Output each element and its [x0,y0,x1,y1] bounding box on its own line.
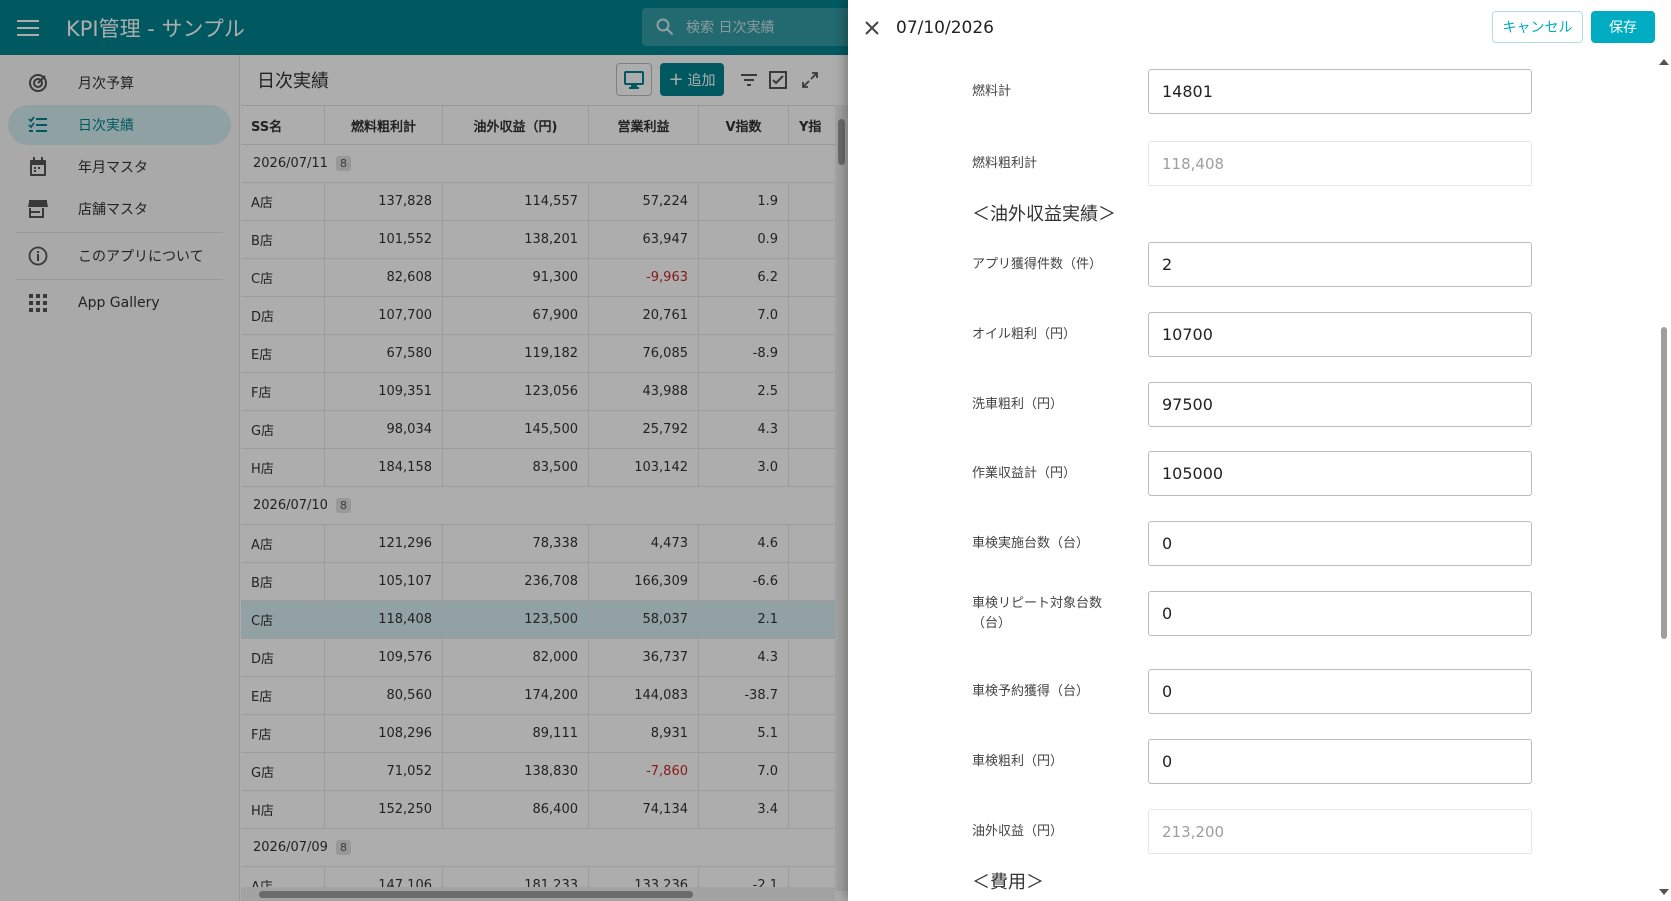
work-revenue-field[interactable]: 105000 [1148,451,1532,496]
fuel-total-field[interactable]: 14801 [1148,69,1532,114]
field-label: 洗車粗利（円） [972,396,1064,412]
inspection-gross-field[interactable]: 0 [1148,739,1532,784]
edit-drawer: 07/10/2026 キャンセル 保存 燃料計 14801 燃料粗利計 118,… [848,0,1671,901]
field-label: 油外収益（円） [972,823,1064,839]
field-label: 車検実施台数（台） [972,535,1090,551]
app-acquired-field[interactable]: 2 [1148,242,1532,287]
form-row-inspection-gross: 車検粗利（円） 0 [972,739,1532,784]
inspection-reserve-field[interactable]: 0 [1148,669,1532,714]
fuel-gross-total-readonly: 118,408 [1148,141,1532,186]
scroll-down-icon[interactable] [1659,889,1669,895]
drawer-title-date: 07/10/2026 [896,17,994,38]
field-label: 車検予約獲得（台） [972,683,1090,699]
form-row-oil-gross: オイル粗利（円） 10700 [972,312,1532,357]
oil-gross-field[interactable]: 10700 [1148,312,1532,357]
save-button[interactable]: 保存 [1591,11,1655,43]
inspection-count-field[interactable]: 0 [1148,521,1532,566]
field-label: 車検リピート対象台数（台） [972,595,1103,631]
form-row-fuel-gross-total: 燃料粗利計 118,408 [972,141,1532,186]
drawer-form-body: 燃料計 14801 燃料粗利計 118,408 ＜油外収益実績＞ アプリ獲得件数… [848,55,1671,901]
form-row-work-revenue: 作業収益計（円） 105000 [972,451,1532,496]
drawer-header: 07/10/2026 キャンセル 保存 [848,0,1671,55]
form-row-fuel-total: 燃料計 14801 [972,69,1532,114]
scrollbar-thumb[interactable] [1661,327,1667,639]
form-row-app-acquired: アプリ獲得件数（件） 2 [972,242,1532,287]
inspection-repeat-field[interactable]: 0 [1148,591,1532,636]
field-label: 作業収益計（円） [972,465,1077,481]
field-label: オイル粗利（円） [972,326,1077,342]
wash-gross-field[interactable]: 97500 [1148,382,1532,427]
field-label: 燃料粗利計 [972,155,1038,171]
drawer-scrollbar[interactable] [1655,55,1671,901]
form-row-nonfuel-revenue: 油外収益（円） 213,200 [972,809,1532,854]
nonfuel-revenue-readonly: 213,200 [1148,809,1532,854]
modal-scrim[interactable] [0,0,848,901]
scroll-up-icon[interactable] [1659,59,1669,65]
field-label: 車検粗利（円） [972,753,1064,769]
section-heading-cost: ＜費用＞ [972,872,1044,893]
field-label: アプリ獲得件数（件） [972,256,1103,272]
cancel-button[interactable]: キャンセル [1492,11,1583,43]
close-icon[interactable] [848,0,896,55]
form-row-inspection-repeat: 車検リピート対象台数（台） 0 [972,591,1532,636]
form-row-inspection-reserve: 車検予約獲得（台） 0 [972,669,1532,714]
section-heading-nonfuel: ＜油外収益実績＞ [972,204,1116,225]
form-row-inspection-count: 車検実施台数（台） 0 [972,521,1532,566]
field-label: 燃料計 [972,83,1012,99]
form-row-wash-gross: 洗車粗利（円） 97500 [972,382,1532,427]
app-shell: KPI管理 - サンプル 検索 日次実績 月次予算 日次実績 年月マスタ 店舗マ… [0,0,848,901]
